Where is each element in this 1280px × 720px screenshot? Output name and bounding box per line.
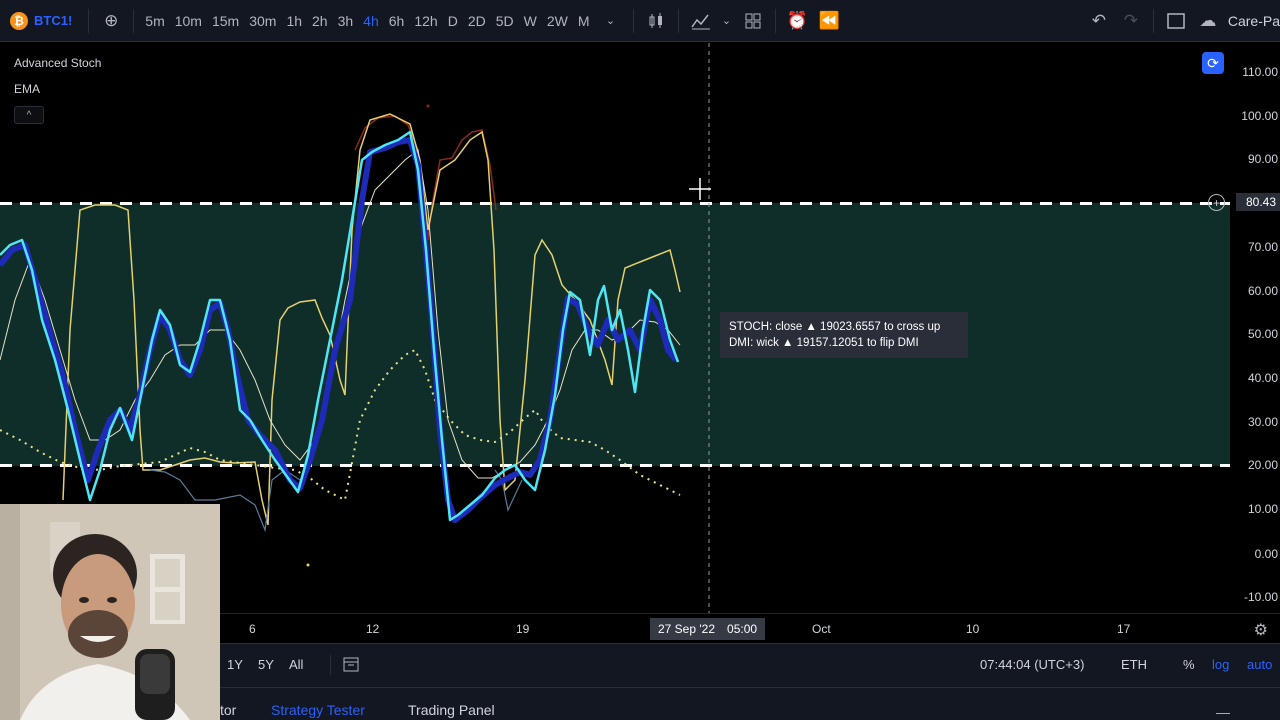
date-range-icon[interactable] <box>342 655 360 676</box>
redo-icon[interactable]: ↷ <box>1115 5 1147 37</box>
divider <box>330 655 331 675</box>
dmi-dot <box>426 104 430 108</box>
range-5y[interactable]: 5Y <box>258 657 274 672</box>
undo-icon[interactable]: ↶ <box>1083 5 1115 37</box>
alert-tooltip: STOCH: close ▲ 19023.6557 to cross up DM… <box>720 312 968 358</box>
divider <box>774 8 776 33</box>
chevron-down-icon[interactable]: ⌄ <box>717 5 737 37</box>
price-label: 30.00 <box>1247 415 1278 429</box>
interval-12h[interactable]: 12h <box>409 0 442 42</box>
tooltip-line-stoch: STOCH: close ▲ 19023.6557 to cross up <box>729 321 941 333</box>
ema-title[interactable]: EMA <box>14 82 101 108</box>
crosshair-time: 05:00 <box>727 622 758 636</box>
percent-toggle[interactable]: % <box>1183 657 1195 672</box>
price-label: 0.00 <box>1254 547 1278 561</box>
auto-toggle[interactable]: auto <box>1247 657 1272 672</box>
price-scale[interactable]: 110.00 100.00 90.00 70.00 60.00 50.00 40… <box>1230 43 1280 613</box>
tooltip-line-dmi: DMI: wick ▲ 19157.12051 to flip DMI <box>729 337 919 349</box>
top-toolbar: ₿ BTC1! ⊕ 5m 10m 15m 30m 1h 2h 3h 4h 6h … <box>0 0 1280 42</box>
time-label: 17 <box>1117 622 1131 636</box>
indicators-icon[interactable] <box>685 5 717 37</box>
price-label: 110.00 <box>1242 65 1278 79</box>
tab-partial[interactable]: tor <box>220 702 236 718</box>
interval-3h[interactable]: 3h <box>333 0 359 42</box>
interval-10m[interactable]: 10m <box>170 0 207 42</box>
indicator-title[interactable]: Advanced Stoch <box>14 56 101 82</box>
crosshair-date: 27 Sep '22 <box>658 622 716 636</box>
interval-4h[interactable]: 4h <box>358 0 384 42</box>
chevron-up-icon: ^ <box>26 109 32 121</box>
interval-2h[interactable]: 2h <box>307 0 333 42</box>
layout-name[interactable]: Care-Pa <box>1224 13 1280 29</box>
time-label: 10 <box>966 622 980 636</box>
time-label: Oct <box>812 622 831 636</box>
chevron-down-icon[interactable]: ⌄ <box>595 5 627 37</box>
interval-15m[interactable]: 15m <box>207 0 244 42</box>
session-symbol[interactable]: ETH <box>1121 657 1147 672</box>
time-label: 6 <box>249 622 256 636</box>
presenter-image <box>0 504 220 720</box>
log-toggle[interactable]: log <box>1212 657 1229 672</box>
minimize-panel-icon[interactable]: — <box>1216 704 1230 720</box>
symbol-label: BTC1! <box>34 13 73 28</box>
interval-2d[interactable]: 2D <box>463 0 491 42</box>
price-label: 50.00 <box>1247 327 1278 341</box>
crosshair-price-label: 80.43 <box>1236 193 1280 211</box>
divider <box>88 8 90 33</box>
indicator-legend: Advanced Stoch EMA <box>14 56 101 108</box>
candle-type-icon[interactable] <box>640 5 672 37</box>
divider <box>677 8 679 33</box>
crosshair-cursor-icon <box>689 178 711 200</box>
toolbar-right: ↶ ↷ ☁ Care-Pa <box>1083 0 1280 42</box>
clock-label[interactable]: 07:44:04 (UTC+3) <box>980 657 1084 672</box>
price-label: 90.00 <box>1247 152 1278 166</box>
time-label: 12 <box>366 622 380 636</box>
ema-dot <box>306 563 310 567</box>
interval-2w[interactable]: 2W <box>542 0 573 42</box>
add-alert-icon[interactable]: + <box>1208 194 1225 211</box>
tab-trading-panel[interactable]: Trading Panel <box>408 702 495 718</box>
interval-30m[interactable]: 30m <box>244 0 281 42</box>
price-label: 20.00 <box>1247 458 1278 472</box>
webcam-overlay <box>0 504 220 720</box>
price-label: 40.00 <box>1247 371 1278 385</box>
interval-5m[interactable]: 5m <box>140 0 169 42</box>
divider <box>1152 9 1154 33</box>
price-label: 100.00 <box>1241 109 1278 123</box>
range-all[interactable]: All <box>289 657 303 672</box>
refresh-icon[interactable]: ⟳ <box>1202 52 1224 74</box>
interval-d[interactable]: D <box>443 0 463 42</box>
interval-6h[interactable]: 6h <box>384 0 410 42</box>
range-1y[interactable]: 1Y <box>227 657 243 672</box>
templates-icon[interactable] <box>737 5 769 37</box>
bitcoin-icon: ₿ <box>10 11 28 30</box>
collapse-legend-button[interactable]: ^ <box>14 106 44 124</box>
divider <box>133 8 135 33</box>
cloud-icon[interactable]: ☁ <box>1192 5 1224 37</box>
price-label: 60.00 <box>1247 284 1278 298</box>
crosshair-time-label: 27 Sep '22 05:00 <box>650 618 766 640</box>
alarm-clock-icon[interactable]: ⏰ <box>782 5 814 37</box>
interval-w[interactable]: W <box>519 0 542 42</box>
divider <box>632 8 634 33</box>
add-symbol-icon[interactable]: ⊕ <box>95 5 127 37</box>
interval-1h[interactable]: 1h <box>281 0 307 42</box>
price-label: 70.00 <box>1247 240 1278 254</box>
replay-icon[interactable]: ⏪ <box>814 5 846 37</box>
price-label: -10.00 <box>1243 590 1278 604</box>
time-label: 19 <box>516 622 530 636</box>
fullscreen-icon[interactable] <box>1160 5 1192 37</box>
interval-5d[interactable]: 5D <box>491 0 519 42</box>
tab-strategy-tester[interactable]: Strategy Tester <box>271 702 365 718</box>
price-label: 10.00 <box>1247 502 1278 516</box>
symbol-search-button[interactable]: ₿ BTC1! <box>0 0 82 42</box>
interval-m[interactable]: M <box>573 0 595 42</box>
gear-icon[interactable]: ⚙ <box>1254 620 1268 640</box>
